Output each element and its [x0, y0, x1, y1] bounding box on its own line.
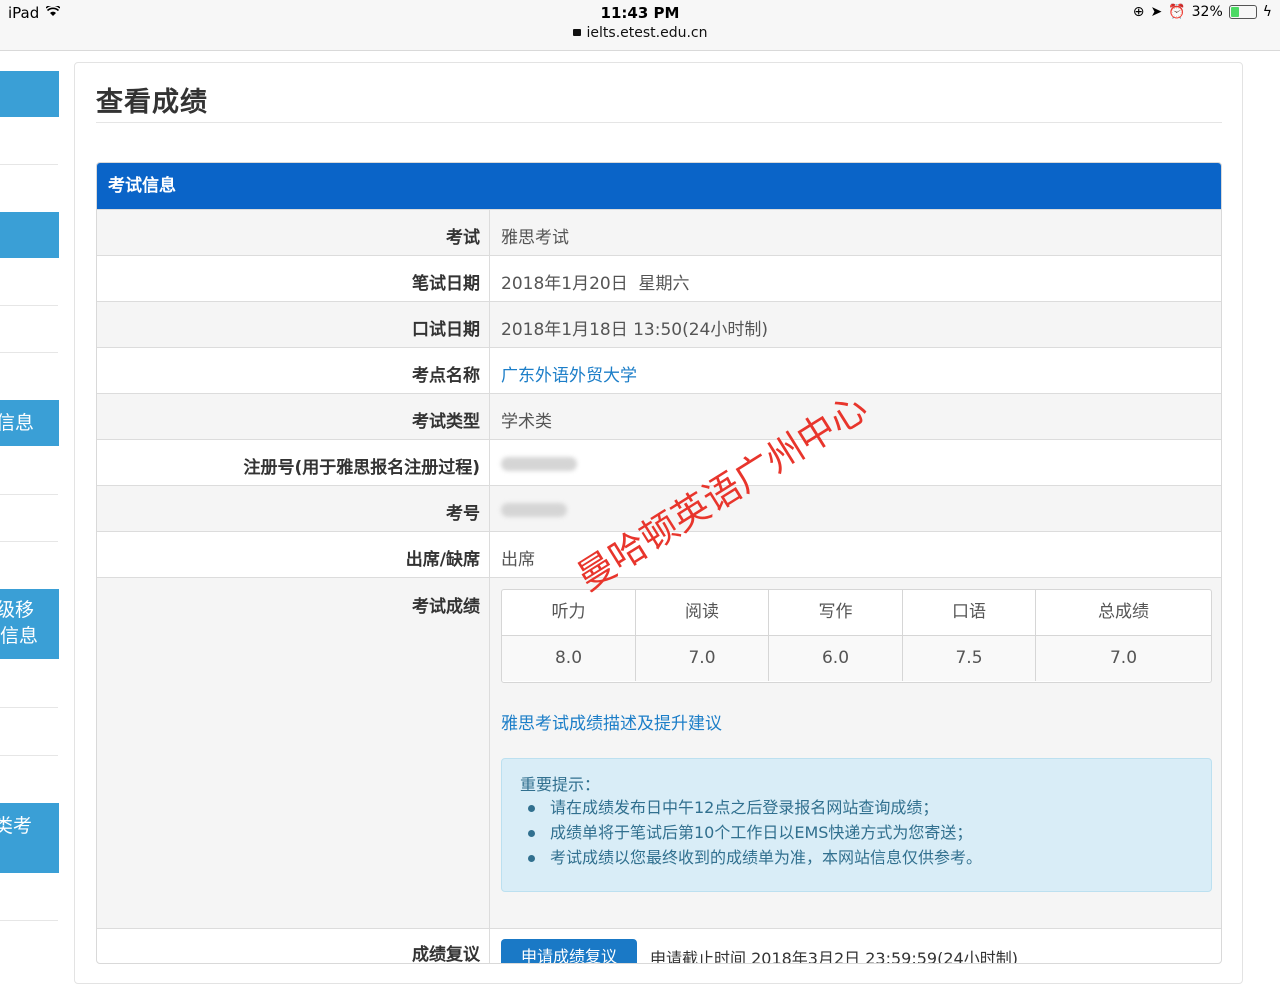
rotation-lock-icon: ⊕: [1132, 4, 1145, 20]
sidebar-item-1[interactable]: [0, 71, 59, 117]
row-label: 出席/缺席: [405, 550, 480, 570]
title-divider: [96, 122, 1222, 123]
panel-heading: 考试信息: [97, 163, 1221, 209]
score-header: 写作: [769, 590, 903, 635]
notice-item: 考试成绩以您最终收到的成绩单为准，本网站信息仅供参考。: [527, 845, 982, 870]
row-value: 雅思考试: [501, 228, 569, 248]
score-value: 7.0: [1036, 636, 1211, 681]
registration-no-redacted: [501, 456, 577, 476]
sidebar-item-3[interactable]: 信息: [0, 400, 59, 446]
row-label: 考试类型: [412, 412, 480, 432]
row-label: 考点名称: [412, 366, 480, 386]
score-advice-link[interactable]: 雅思考试成绩描述及提升建议: [501, 709, 722, 734]
battery-icon: [1228, 5, 1257, 19]
row-label: 笔试日期: [412, 274, 480, 294]
sidebar: 信息 级移 信息 类考: [0, 50, 60, 960]
row-exam: 考试 雅思考试: [97, 209, 1221, 256]
important-notice: 重要提示： 请在成绩发布日中午12点之后登录报名网站查询成绩； 成绩单将于笔试后…: [501, 758, 1212, 892]
row-label: 口试日期: [412, 320, 480, 340]
score-header: 总成绩: [1098, 602, 1149, 622]
score-value: 7.5: [903, 636, 1036, 681]
battery-percent: 32%: [1191, 4, 1223, 20]
row-label: 考号: [446, 504, 480, 524]
review-deadline: 申请截止时间 2018年3月2日 23:59:59(24小时制): [650, 949, 1018, 964]
row-registration-no: 注册号(用于雅思报名注册过程): [97, 439, 1221, 486]
lock-icon: [572, 29, 581, 36]
scores-table: 听力 阅读 写作 口语 总成绩 8.0 7.0 6.0 7.5 7.0: [501, 589, 1212, 683]
alarm-icon: ⏰: [1168, 4, 1186, 20]
row-value: 2018年1月18日 13:50(24小时制): [501, 320, 769, 340]
sidebar-item-2[interactable]: [0, 212, 59, 258]
sidebar-item-5[interactable]: 类考: [0, 803, 59, 873]
score-header: 听力: [502, 590, 636, 635]
row-label: 注册号(用于雅思报名注册过程): [243, 458, 480, 478]
row-speaking-date: 口试日期 2018年1月18日 13:50(24小时制): [97, 301, 1221, 348]
score-header: 阅读: [636, 590, 769, 635]
score-header: 口语: [903, 590, 1036, 635]
apply-review-button[interactable]: 申请成绩复议: [501, 939, 637, 963]
row-value: 学术类: [501, 412, 552, 432]
status-bar: iPad 11:43 PM ielts.etest.edu.cn ⊕ ➤ ⏰ 3…: [0, 0, 1280, 51]
notice-title: 重要提示：: [520, 775, 601, 794]
location-icon: ➤: [1150, 4, 1163, 20]
row-label: 考试: [446, 228, 480, 248]
row-written-date: 笔试日期 2018年1月20日 星期六: [97, 255, 1221, 302]
score-value: 7.0: [636, 636, 769, 681]
status-icons: ⊕ ➤ ⏰ 32% ϟ: [1133, 4, 1272, 20]
row-value: 2018年1月20日 星期六: [501, 274, 690, 294]
row-label: 考试成绩: [412, 597, 480, 617]
score-value: 8.0: [502, 636, 636, 681]
candidate-no-redacted: [501, 502, 567, 522]
page-title: 查看成绩: [96, 87, 208, 118]
row-label: 成绩复议: [412, 945, 480, 964]
charging-icon: ϟ: [1262, 4, 1272, 20]
row-venue: 考点名称 广东外语外贸大学: [97, 347, 1221, 394]
venue-link[interactable]: 广东外语外贸大学: [501, 361, 637, 386]
exam-info-panel: 考试信息 考试 雅思考试 笔试日期 2018年1月20日 星期六 口试日期 20…: [96, 162, 1222, 964]
notice-item: 请在成绩发布日中午12点之后登录报名网站查询成绩；: [527, 795, 982, 820]
notice-item: 成绩单将于笔试后第10个工作日以EMS快递方式为您寄送；: [527, 820, 982, 845]
sidebar-item-4[interactable]: 级移 信息: [0, 589, 59, 659]
address-bar[interactable]: ielts.etest.edu.cn: [0, 25, 1280, 41]
notice-list: 请在成绩发布日中午12点之后登录报名网站查询成绩； 成绩单将于笔试后第10个工作…: [502, 795, 982, 870]
row-value: 出席: [501, 550, 535, 570]
row-exam-type: 考试类型 学术类: [97, 393, 1221, 440]
url-text: ielts.etest.edu.cn: [586, 25, 708, 41]
clock: 11:43 PM: [600, 4, 680, 22]
score-value: 6.0: [769, 636, 903, 681]
